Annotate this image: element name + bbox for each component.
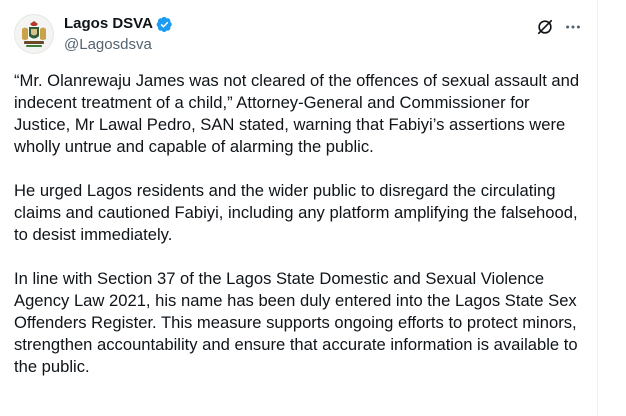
tweet-paragraph: In line with Section 37 of the Lagos Sta… (14, 269, 578, 376)
display-name-row: Lagos DSVA (64, 14, 173, 34)
grok-icon[interactable] (534, 16, 556, 38)
tweet-paragraph: “Mr. Olanrewaju James was not cleared of… (14, 71, 580, 156)
coat-of-arms-icon (15, 15, 53, 53)
display-name[interactable]: Lagos DSVA (64, 14, 153, 34)
column-divider (597, 0, 598, 416)
account-handle[interactable]: @Lagosdsva (64, 35, 173, 55)
account-avatar[interactable] (14, 14, 54, 54)
tweet-text: “Mr. Olanrewaju James was not cleared of… (14, 70, 586, 400)
tweet-paragraph: He urged Lagos residents and the wider p… (14, 181, 578, 244)
header-actions (528, 16, 584, 38)
more-icon[interactable] (562, 16, 584, 38)
verified-badge-icon (156, 16, 173, 33)
tweet-header: Lagos DSVA @Lagosdsva (14, 12, 584, 58)
account-names: Lagos DSVA @Lagosdsva (64, 14, 173, 55)
